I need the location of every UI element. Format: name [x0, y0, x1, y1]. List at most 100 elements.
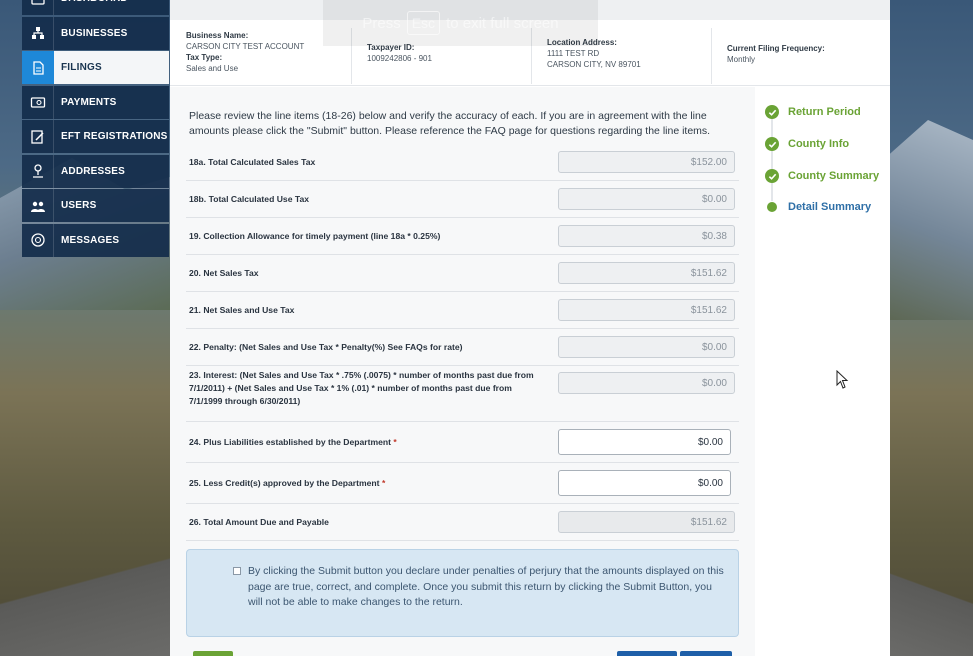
declaration-box: By clicking the Submit button you declar…	[186, 549, 739, 637]
line-item-row: 18a. Total Calculated Sales Tax $152.00	[186, 144, 739, 181]
checkmark-icon	[765, 169, 779, 183]
sidebar-item-label: USERS	[61, 200, 97, 211]
required-marker: *	[393, 436, 397, 447]
sidebar-item-eft-registrations[interactable]: EFT REGISTRATIONS	[22, 120, 169, 153]
line-item-row: 22. Penalty: (Net Sales and Use Tax * Pe…	[186, 329, 739, 366]
sidebar-item-label: MESSAGES	[61, 234, 120, 246]
dashboard-icon	[22, 0, 54, 15]
step-label: Detail Summary	[788, 201, 872, 213]
required-marker: *	[381, 477, 386, 488]
users-icon	[22, 189, 54, 222]
sidebar-nav: DASHBOARD BUSINESSES FILINGS PAYMENTS EFT RE…	[22, 0, 169, 258]
fullscreen-notice-before: Press	[362, 14, 401, 32]
fullscreen-notice: Press Esc to exit full screen	[323, 0, 598, 46]
line-item-value: $151.62	[558, 262, 735, 284]
step-connector	[771, 119, 773, 137]
line-item-value: $151.62	[558, 299, 735, 321]
checkmark-icon	[765, 137, 779, 151]
line-item-label-text: 22. Penalty: (Net Sales and Use Tax * Pe…	[189, 341, 463, 352]
eft-icon	[22, 120, 54, 153]
filings-icon	[22, 51, 54, 84]
sidebar-item-label: ADDRESSES	[61, 165, 126, 177]
business-name-label: Business Name:	[186, 31, 249, 40]
progress-steps: Return Period County Info County Summary De…	[755, 87, 890, 656]
sidebar-item-label: EFT REGISTRATIONS	[61, 131, 168, 142]
step-label: Return Period	[788, 106, 861, 118]
line-item-label-text: 21. Net Sales and Use Tax	[189, 304, 295, 315]
line-item-value: $0.00	[558, 336, 735, 358]
line-item-row: 25. Less Credit(s) approved by the Depar…	[186, 463, 739, 504]
sidebar-item-label: FILINGS	[61, 62, 102, 73]
line-item-row: 24. Plus Liabilities established by the …	[186, 422, 739, 463]
background-mountain-right	[883, 120, 973, 320]
step-label: County Summary	[788, 170, 880, 182]
line-item-row: 26. Total Amount Due and Payable $151.62	[186, 504, 739, 541]
line-item-label-text: 24. Plus Liabilities established by the …	[189, 436, 392, 447]
location-line2: CARSON CITY, NV 89701	[547, 60, 641, 69]
sidebar-item-businesses[interactable]: BUSINESSES	[22, 16, 169, 50]
line-item-row: 20. Net Sales Tax $151.62	[186, 255, 739, 292]
step-county-info[interactable]: County Info	[765, 137, 849, 151]
taxpayer-id-value: 1009242806 - 901	[367, 54, 432, 63]
frequency-value: Monthly	[727, 55, 756, 64]
save-button[interactable]	[617, 651, 677, 656]
declaration-text: By clicking the Submit button you declar…	[248, 565, 724, 608]
line-item-input[interactable]: $0.00	[558, 470, 731, 496]
line-item-label-text: 18b. Total Calculated Use Tax	[189, 193, 310, 204]
step-detail-summary[interactable]: Detail Summary	[765, 201, 871, 213]
business-info: Business Name: CARSON CITY TEST ACCOUNT …	[186, 30, 304, 74]
line-item-label: 24. Plus Liabilities established by the …	[189, 436, 544, 449]
line-item-value: $0.00	[558, 372, 735, 394]
line-item-row: 18b. Total Calculated Use Tax $0.00	[186, 181, 739, 218]
line-item-value: $152.00	[558, 151, 735, 173]
step-county-summary[interactable]: County Summary	[765, 169, 879, 183]
line-item-row: 19. Collection Allowance for timely paym…	[186, 218, 739, 255]
sidebar-item-users[interactable]: USERS	[22, 189, 169, 222]
line-item-label: 18a. Total Calculated Sales Tax	[189, 156, 544, 169]
payments-icon	[22, 85, 54, 119]
line-item-label: 23. Interest: (Net Sales and Use Tax * .…	[189, 369, 544, 408]
sidebar-item-payments[interactable]: PAYMENTS	[22, 85, 169, 119]
detail-summary-content: Please review the line items (18-26) bel…	[170, 87, 755, 656]
step-return-period[interactable]: Return Period	[765, 105, 861, 119]
line-item-label-text: 23. Interest: (Net Sales and Use Tax * .…	[189, 370, 534, 406]
business-name-value: CARSON CITY TEST ACCOUNT	[186, 42, 305, 51]
intro-text: Please review the line items (18-26) bel…	[189, 110, 711, 137]
sidebar-item-filings[interactable]: FILINGS	[22, 51, 169, 84]
line-item-label-text: 20. Net Sales Tax	[189, 267, 259, 278]
messages-icon	[22, 223, 54, 257]
line-item-label: 20. Net Sales Tax	[189, 267, 544, 280]
sidebar-item-label: BUSINESSES	[61, 27, 128, 39]
frequency-info: Current Filing Frequency: Monthly	[727, 43, 825, 65]
background-road-right	[883, 546, 973, 656]
step-label: County Info	[788, 138, 850, 150]
sidebar-item-label: PAYMENTS	[61, 96, 117, 108]
sidebar-item-dashboard[interactable]: DASHBOARD	[22, 0, 169, 15]
esc-key: Esc	[406, 11, 441, 35]
submit-button[interactable]	[680, 651, 732, 656]
sidebar-item-messages[interactable]: MESSAGES	[22, 223, 169, 257]
line-item-label: 19. Collection Allowance for timely paym…	[189, 230, 544, 243]
line-item-label: 22. Penalty: (Net Sales and Use Tax * Pe…	[189, 341, 544, 354]
businesses-icon	[22, 16, 54, 50]
filing-panel: Business Name: CARSON CITY TEST ACCOUNT …	[170, 0, 890, 656]
header-divider	[711, 28, 712, 84]
declaration-checkbox[interactable]	[233, 567, 241, 575]
frequency-label: Current Filing Frequency:	[727, 44, 825, 53]
sidebar-item-addresses[interactable]: ADDRESSES	[22, 154, 169, 188]
line-item-label-text: 26. Total Amount Due and Payable	[189, 516, 329, 527]
fullscreen-notice-after: to exit full screen	[446, 14, 559, 32]
line-item-label: 18b. Total Calculated Use Tax	[189, 193, 544, 206]
line-item-label: 25. Less Credit(s) approved by the Depar…	[189, 477, 544, 490]
mouse-cursor-icon	[836, 370, 849, 389]
back-button[interactable]	[193, 651, 233, 656]
background-road-left	[0, 536, 180, 656]
line-item-label: 26. Total Amount Due and Payable	[189, 516, 544, 529]
line-item-label-text: 19. Collection Allowance for timely paym…	[189, 230, 441, 241]
addresses-icon	[22, 154, 54, 188]
current-step-dot-icon	[767, 202, 777, 212]
line-item-input[interactable]: $0.00	[558, 429, 731, 455]
line-item-row: 21. Net Sales and Use Tax $151.62	[186, 292, 739, 329]
checkmark-icon	[765, 105, 779, 119]
step-connector	[771, 151, 773, 169]
